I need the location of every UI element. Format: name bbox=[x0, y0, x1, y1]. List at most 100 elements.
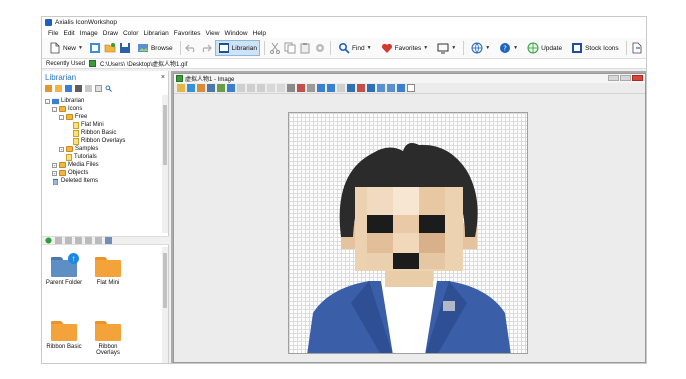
close-format-icon[interactable] bbox=[337, 84, 345, 92]
copy-icon[interactable] bbox=[247, 84, 255, 92]
tree-item-flat-mini[interactable]: Flat Mini bbox=[73, 121, 104, 129]
browse-button[interactable]: Browse bbox=[134, 40, 176, 56]
tree-item-tutorials[interactable]: Tutorials bbox=[66, 153, 97, 161]
zoom-in-icon[interactable] bbox=[377, 84, 385, 92]
palette-icon[interactable] bbox=[217, 84, 225, 92]
maximize-icon[interactable] bbox=[620, 75, 631, 81]
tree-item-free[interactable]: - Free bbox=[59, 113, 87, 121]
paste-icon[interactable] bbox=[257, 84, 265, 92]
menu-window[interactable]: Window bbox=[225, 30, 248, 37]
menu-librarian[interactable]: Librarian bbox=[143, 30, 168, 37]
tree-item-deleted-items[interactable]: Deleted Items bbox=[52, 177, 98, 185]
grid-icon[interactable] bbox=[287, 84, 295, 92]
minimize-icon[interactable] bbox=[608, 75, 619, 81]
properties-icon[interactable] bbox=[95, 84, 102, 92]
tree-item-librarian[interactable]: - Librarian bbox=[45, 97, 84, 105]
cut-icon[interactable] bbox=[237, 84, 245, 92]
collapse-toggle[interactable]: - bbox=[45, 98, 50, 104]
tree-item-icons[interactable]: - Icons bbox=[52, 105, 82, 113]
rename-icon[interactable] bbox=[75, 237, 82, 244]
undo-icon[interactable] bbox=[184, 42, 197, 54]
collapse-toggle[interactable]: - bbox=[52, 106, 57, 112]
transparency-icon[interactable] bbox=[307, 84, 315, 92]
new-format-icon[interactable] bbox=[187, 84, 195, 92]
settings-gear-icon[interactable] bbox=[314, 42, 326, 54]
image-format-icon[interactable] bbox=[177, 84, 185, 92]
tree-item-ribbon-basic[interactable]: Ribbon Basic bbox=[73, 129, 116, 137]
library-icon[interactable] bbox=[65, 84, 72, 92]
undo-icon[interactable] bbox=[267, 84, 275, 92]
expand-toggle[interactable]: + bbox=[52, 170, 57, 176]
zoom-out-icon[interactable] bbox=[387, 84, 395, 92]
chevron-down-icon[interactable]: ▼ bbox=[451, 45, 456, 51]
search-icon[interactable] bbox=[105, 85, 112, 92]
layers-icon[interactable] bbox=[327, 84, 335, 92]
paste-icon[interactable] bbox=[299, 42, 311, 54]
align-icon[interactable] bbox=[317, 84, 325, 92]
help-button[interactable]: ? ▼ bbox=[496, 40, 521, 56]
redo-icon[interactable] bbox=[277, 84, 285, 92]
edit-icon[interactable] bbox=[75, 84, 82, 92]
tree-item-media-files[interactable]: + Media Files bbox=[52, 161, 99, 169]
export-document-icon[interactable] bbox=[631, 42, 643, 54]
tree-item-ribbon-overlays[interactable]: Ribbon Overlays bbox=[73, 137, 125, 145]
tree-scrollbar[interactable] bbox=[162, 95, 168, 233]
web-button[interactable]: ▼ bbox=[468, 40, 493, 56]
chevron-down-icon[interactable]: ▼ bbox=[423, 45, 428, 51]
find-button[interactable]: Find ▼ bbox=[335, 40, 375, 56]
tree-item-objects[interactable]: + Objects bbox=[52, 169, 88, 177]
effects-icon[interactable] bbox=[357, 84, 365, 92]
view-mode-icon[interactable] bbox=[105, 237, 112, 244]
chevron-down-icon[interactable]: ▼ bbox=[513, 45, 518, 51]
menu-file[interactable]: File bbox=[48, 30, 58, 37]
chevron-down-icon[interactable]: ▼ bbox=[485, 45, 490, 51]
menu-view[interactable]: View bbox=[206, 30, 220, 37]
stock-icons-button[interactable]: Stock Icons bbox=[568, 40, 622, 56]
delete-format-icon[interactable] bbox=[197, 84, 205, 92]
redo-icon[interactable] bbox=[200, 42, 212, 54]
chevron-down-icon[interactable]: ▼ bbox=[367, 45, 372, 51]
fit-view-icon[interactable] bbox=[397, 84, 405, 92]
update-button[interactable]: Update bbox=[524, 40, 565, 56]
menu-edit[interactable]: Edit bbox=[63, 30, 74, 37]
thumbnail-scrollbar[interactable] bbox=[162, 247, 168, 363]
thumb-parent-folder[interactable]: ↑ Parent Folder bbox=[45, 253, 83, 286]
paste-icon[interactable] bbox=[65, 237, 72, 244]
new-folder-icon[interactable] bbox=[45, 84, 52, 92]
current-path[interactable]: C:\Users\ \Desktop\虚拟人物1.gif bbox=[100, 59, 187, 68]
expand-toggle[interactable]: + bbox=[52, 162, 57, 168]
save-icon[interactable] bbox=[119, 42, 131, 54]
cut-icon[interactable] bbox=[269, 42, 281, 54]
add-library-icon[interactable] bbox=[45, 237, 52, 244]
icon-project-icon[interactable] bbox=[89, 42, 101, 54]
open-folder-icon[interactable] bbox=[55, 84, 62, 92]
display-button[interactable]: ▼ bbox=[434, 40, 459, 56]
close-icon[interactable]: × bbox=[161, 74, 165, 81]
resample-icon[interactable] bbox=[207, 84, 215, 92]
brush-icon[interactable] bbox=[367, 84, 375, 92]
open-folder-icon[interactable] bbox=[104, 42, 116, 54]
menu-color[interactable]: Color bbox=[123, 30, 139, 37]
menu-favorites[interactable]: Favorites bbox=[174, 30, 201, 37]
tree-item-samples[interactable]: + Samples bbox=[59, 145, 98, 153]
collapse-toggle[interactable]: - bbox=[59, 114, 64, 120]
thumb-ribbon-basic[interactable]: Ribbon Basic bbox=[45, 321, 83, 350]
chevron-down-icon[interactable]: ▼ bbox=[78, 45, 83, 51]
copy-icon[interactable] bbox=[55, 237, 62, 244]
menu-help[interactable]: Help bbox=[253, 30, 266, 37]
expand-toggle[interactable]: + bbox=[59, 146, 64, 152]
checkbox-icon[interactable] bbox=[407, 84, 415, 92]
icon-preview-icon[interactable] bbox=[227, 84, 235, 92]
view-icon[interactable] bbox=[347, 84, 355, 92]
scrollbar-thumb[interactable] bbox=[163, 105, 167, 165]
menu-draw[interactable]: Draw bbox=[103, 30, 118, 37]
delete-icon[interactable] bbox=[85, 237, 92, 244]
favorites-button[interactable]: Favorites ▼ bbox=[378, 40, 432, 56]
color-mode-icon[interactable] bbox=[297, 84, 305, 92]
menu-image[interactable]: Image bbox=[80, 30, 98, 37]
thumb-ribbon-overlays[interactable]: Ribbon Overlays bbox=[89, 321, 127, 356]
delete-icon[interactable] bbox=[85, 84, 92, 92]
pixel-editor-canvas[interactable] bbox=[288, 112, 528, 354]
scrollbar-thumb[interactable] bbox=[163, 253, 167, 308]
copy-icon[interactable] bbox=[284, 42, 296, 54]
